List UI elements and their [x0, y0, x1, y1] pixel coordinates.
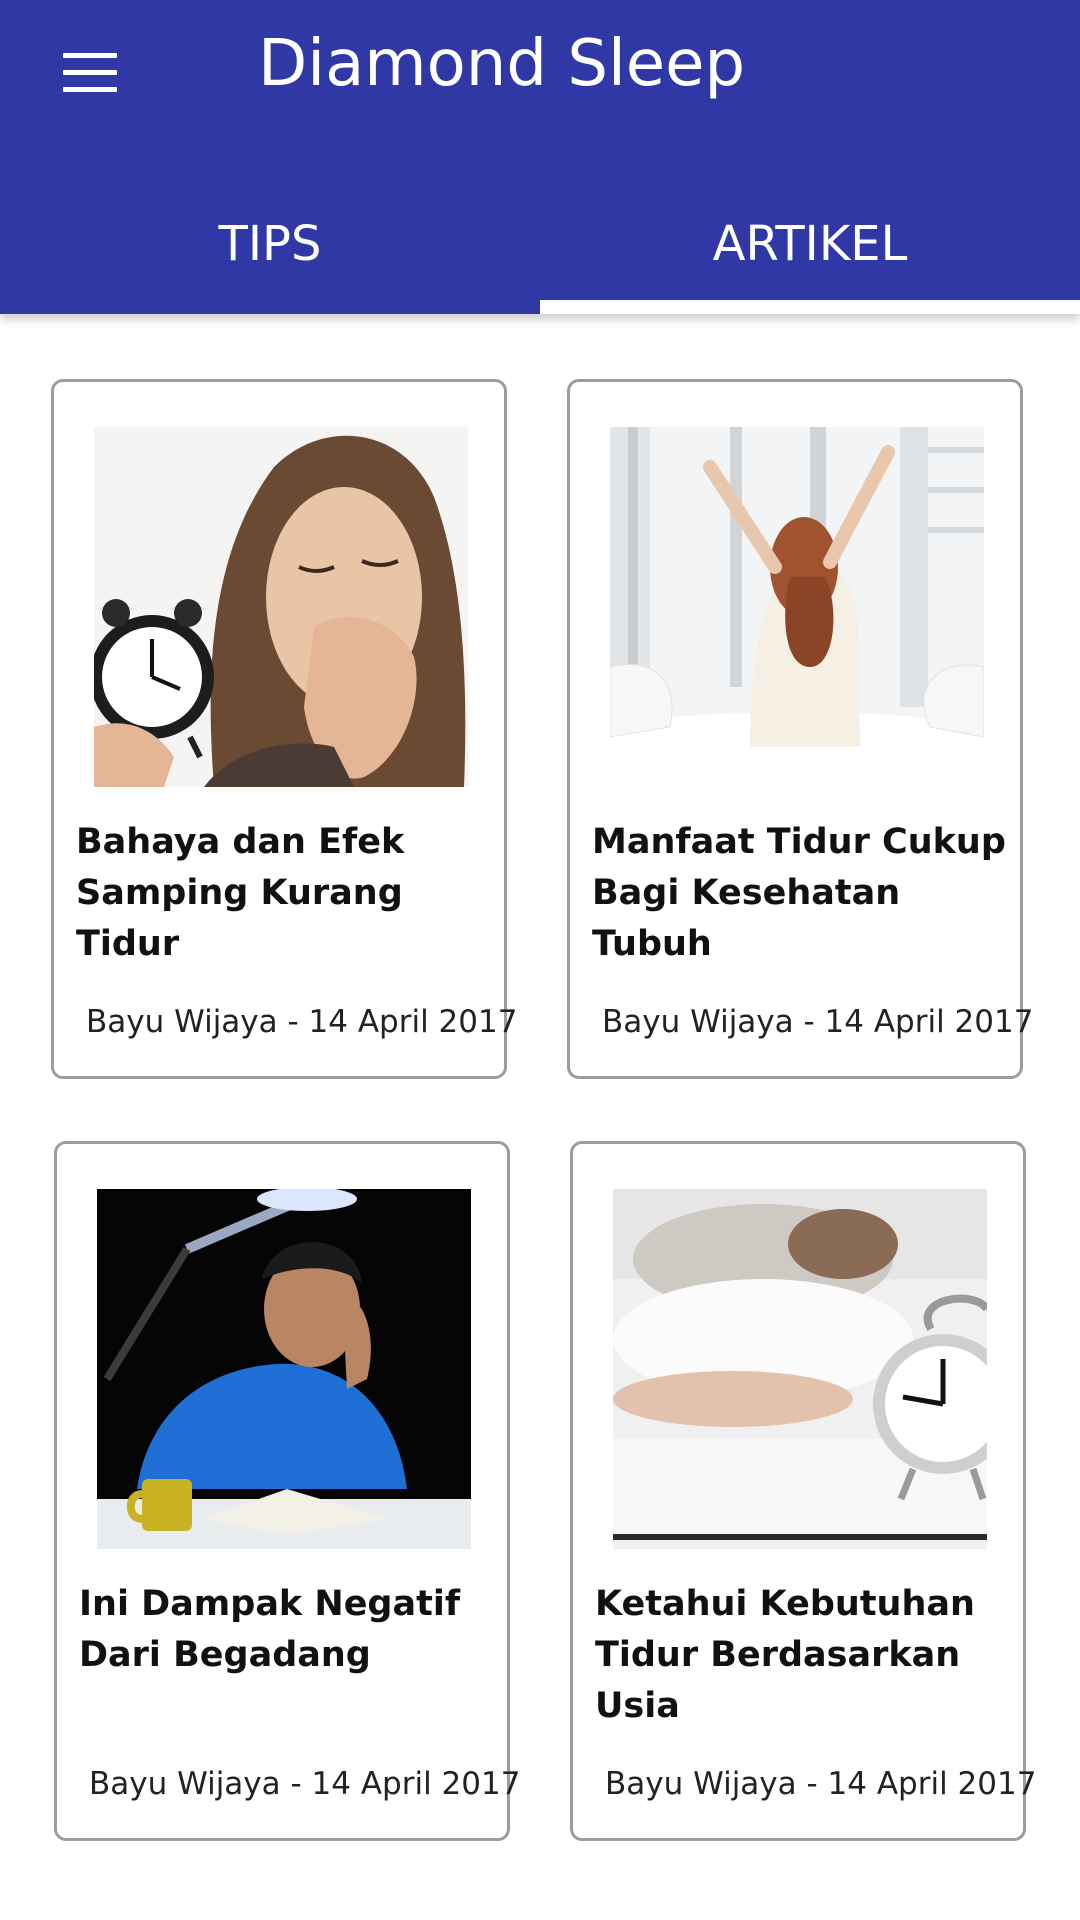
- app-title: Diamond Sleep: [258, 27, 746, 101]
- article-title: Manfaat Tidur Cukup Bagi Kesehatan Tubuh: [592, 822, 1006, 964]
- article-meta: Bayu Wijaya - 14 April 2017: [602, 1004, 1034, 1040]
- article-title: Ketahui Kebutuhan Tidur Berdasarkan Usia: [595, 1584, 975, 1726]
- article-image: [610, 427, 984, 787]
- article-card[interactable]: Ini Dampak Negatif Dari Begadang Bayu Wi…: [54, 1141, 521, 1841]
- tab-indicator: [540, 300, 1080, 314]
- article-image: [94, 427, 468, 787]
- menu-button[interactable]: [44, 38, 134, 108]
- article-card[interactable]: Manfaat Tidur Cukup Bagi Kesehatan Tubuh…: [567, 379, 1034, 1079]
- app-bar: Diamond Sleep TIPS ARTIKEL: [0, 0, 1080, 314]
- article-card[interactable]: Bahaya dan Efek Samping Kurang Tidur Bay…: [51, 379, 518, 1079]
- article-image: [97, 1189, 471, 1549]
- article-card[interactable]: Ketahui Kebutuhan Tidur Berdasarkan Usia…: [570, 1141, 1037, 1841]
- article-image: [613, 1189, 987, 1549]
- tab-artikel[interactable]: ARTIKEL: [540, 190, 1080, 314]
- article-meta: Bayu Wijaya - 14 April 2017: [89, 1766, 521, 1802]
- article-meta: Bayu Wijaya - 14 April 2017: [605, 1766, 1037, 1802]
- article-title: Ini Dampak Negatif Dari Begadang: [79, 1584, 461, 1675]
- article-title: Bahaya dan Efek Samping Kurang Tidur: [76, 822, 405, 964]
- article-meta: Bayu Wijaya - 14 April 2017: [86, 1004, 518, 1040]
- tab-tips[interactable]: TIPS: [0, 190, 540, 314]
